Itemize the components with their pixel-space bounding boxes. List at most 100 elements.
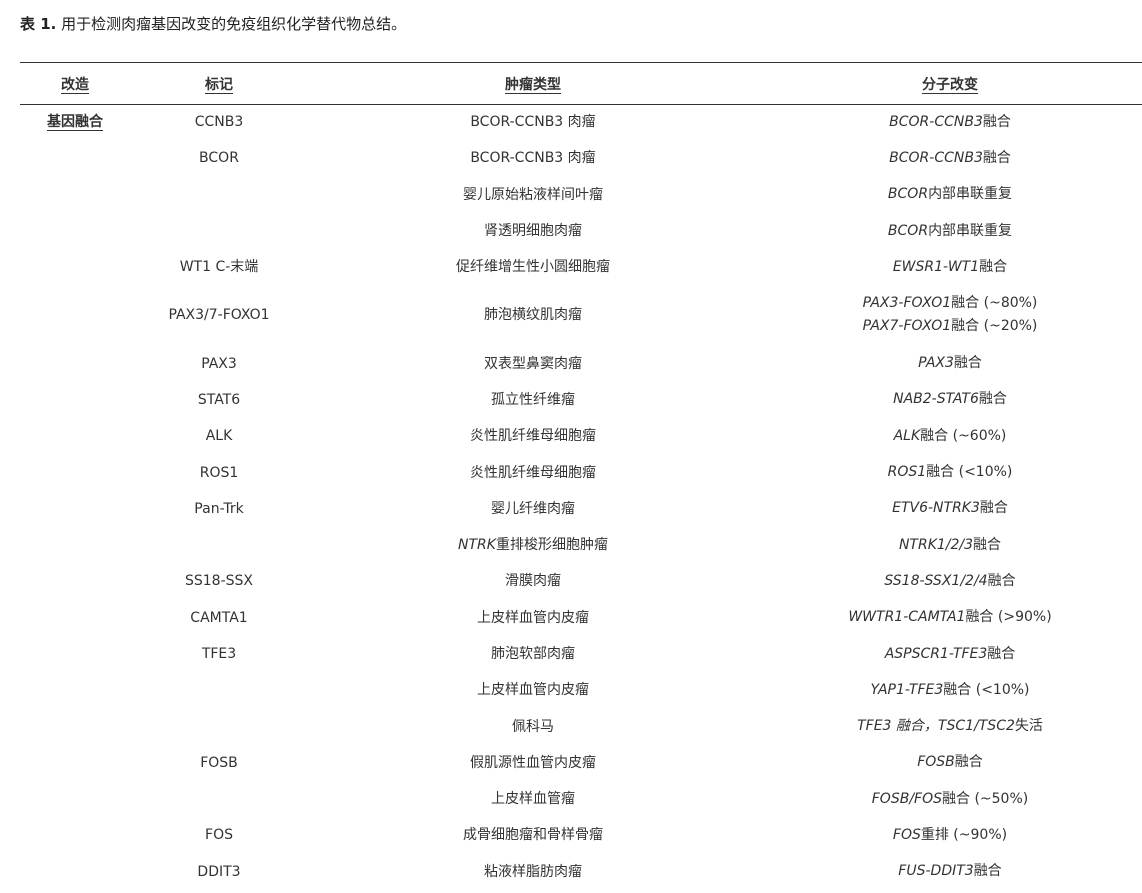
molecular-line: BCOR内部串联重复 (758, 220, 1142, 243)
cell-molecular-alteration: BCOR内部串联重复 (758, 213, 1142, 249)
molecular-text: FOSB (917, 754, 955, 771)
cell-marker: PAX3 (201, 355, 237, 372)
cell-alteration (20, 140, 130, 176)
alteration-link[interactable]: 基因融合 (47, 114, 103, 130)
molecular-line: ASPSCR1-TFE3融合 (758, 643, 1142, 666)
header-alteration[interactable]: 改造 (20, 63, 130, 104)
cell-tumor-type: 肾透明细胞肉瘤 (308, 213, 758, 249)
cell-tumor-type: 滑膜肉瘤 (308, 563, 758, 599)
cell-alteration (20, 708, 130, 744)
tumor-type-text: 上皮样血管瘤 (491, 791, 575, 808)
cell-molecular-alteration: YAP1-TFE3融合 (<10%) (758, 672, 1142, 708)
cell-molecular-alteration: BCOR内部串联重复 (758, 177, 1142, 213)
molecular-line: PAX3-FOXO1融合 (~80%) (758, 292, 1142, 315)
table-row: DDIT3 粘液样脂肪肉瘤 FUS-DDIT3融合 (20, 854, 1142, 890)
cell-marker: FOS (205, 827, 233, 844)
cell-alteration (20, 527, 130, 563)
cell-molecular-alteration: BCOR-CCNB3融合 (758, 104, 1142, 140)
header-molecular-alteration[interactable]: 分子改变 (758, 63, 1142, 104)
cell-tumor-type: 促纤维增生性小圆细胞瘤 (308, 249, 758, 285)
tumor-type-text: 粘液样脂肪肉瘤 (484, 863, 582, 880)
header-tumor-type-link[interactable]: 肿瘤类型 (505, 77, 561, 93)
header-marker[interactable]: 标记 (130, 63, 308, 104)
table-header: 改造 标记 肿瘤类型 分子改变 (20, 63, 1142, 104)
cell-molecular-alteration: NAB2-STAT6融合 (758, 382, 1142, 418)
cell-molecular-alteration: ALK融合 (~60%) (758, 418, 1142, 454)
table-row: CAMTA1 上皮样血管内皮瘤 WWTR1-CAMTA1融合 (>90%) (20, 600, 1142, 636)
cell-marker: CCNB3 (194, 114, 244, 131)
cell-alteration (20, 854, 130, 890)
molecular-line: FUS-DDIT3融合 (758, 860, 1142, 883)
cell-molecular-alteration: FOS重排 (~90%) (758, 817, 1142, 853)
cell-marker (130, 177, 308, 213)
table-row: ROS1 炎性肌纤维母细胞瘤 ROS1融合 (<10%) (20, 454, 1142, 490)
cell-alteration (20, 781, 130, 817)
table-row: NTRK重排梭形细胞肿瘤 NTRK1/2/3融合 (20, 527, 1142, 563)
table-row: 佩科马 TFE3 融合，TSC1/TSC2失活 (20, 708, 1142, 744)
molecular-text: 融合 (<10%) (943, 681, 1030, 698)
molecular-text: 融合 (973, 536, 1002, 553)
molecular-text: 失活 (1014, 718, 1043, 735)
cell-tumor-type: 炎性肌纤维母细胞瘤 (308, 454, 758, 490)
molecular-text: NAB2-STAT6 (893, 391, 979, 408)
cell-alteration (20, 636, 130, 672)
cell-tumor-type: 炎性肌纤维母细胞瘤 (308, 418, 758, 454)
cell-alteration (20, 177, 130, 213)
molecular-line: EWSR1-WT1融合 (758, 256, 1142, 279)
molecular-text: ASPSCR1-TFE3 (884, 645, 988, 662)
molecular-text: 内部串联重复 (928, 222, 1013, 239)
cell-molecular-alteration: FOSB融合 (758, 745, 1142, 781)
tumor-type-text: 孤立性纤维瘤 (491, 391, 575, 408)
molecular-text: BCOR (887, 222, 929, 239)
tumor-type-text: 滑膜肉瘤 (505, 573, 561, 590)
cell-alteration (20, 745, 130, 781)
molecular-text: 融合 (~80%) (951, 295, 1038, 312)
header-alteration-link[interactable]: 改造 (61, 77, 89, 93)
cell-marker: CAMTA1 (190, 609, 248, 626)
table-body: 基因融合 CCNB3 BCOR-CCNB3 肉瘤 BCOR-CCNB3融合 BCOR BC… (20, 104, 1142, 890)
molecular-text: 融合 (987, 645, 1016, 662)
table-caption-label: 表 1. (20, 15, 57, 33)
molecular-text: EWSR1-WT1 (892, 258, 980, 275)
tumor-type-text: 炎性肌纤维母细胞瘤 (470, 428, 596, 445)
cell-tumor-type: 上皮样血管瘤 (308, 781, 758, 817)
cell-marker: SS18-SSX (184, 573, 253, 590)
molecular-text: 融合 (973, 863, 1002, 880)
table-row: 上皮样血管内皮瘤 YAP1-TFE3融合 (<10%) (20, 672, 1142, 708)
molecular-text: 融合 (979, 500, 1008, 517)
table-row: STAT6 孤立性纤维瘤 NAB2-STAT6融合 (20, 382, 1142, 418)
molecular-line: ETV6-NTRK3融合 (758, 497, 1142, 520)
cell-marker: TFE3 (201, 646, 237, 662)
cell-marker: ROS1 (199, 464, 239, 481)
header-molecular-alteration-link[interactable]: 分子改变 (922, 77, 978, 93)
table-row: FOSB 假肌源性血管内皮瘤 FOSB融合 (20, 745, 1142, 781)
cell-tumor-type: BCOR-CCNB3 肉瘤 (308, 140, 758, 176)
table-row: 肾透明细胞肉瘤 BCOR内部串联重复 (20, 213, 1142, 249)
cell-tumor-type: 孤立性纤维瘤 (308, 382, 758, 418)
molecular-line: ALK融合 (~60%) (758, 425, 1142, 448)
cell-alteration: 基因融合 (20, 104, 130, 140)
molecular-text: 重排 (~90%) (920, 826, 1008, 843)
molecular-line: PAX7-FOXO1融合 (~20%) (758, 315, 1142, 338)
molecular-line: SS18-SSX1/2/4融合 (758, 570, 1142, 593)
molecular-line: BCOR-CCNB3融合 (758, 147, 1142, 170)
cell-molecular-alteration: ROS1融合 (<10%) (758, 454, 1142, 490)
table-row: SS18-SSX 滑膜肉瘤 SS18-SSX1/2/4融合 (20, 563, 1142, 599)
table-caption-text: 用于检测肉瘤基因改变的免疫组织化学替代物总结。 (56, 15, 407, 33)
cell-alteration (20, 345, 130, 381)
cell-alteration (20, 817, 130, 853)
cell-tumor-type: 粘液样脂肪肉瘤 (308, 854, 758, 890)
cell-alteration (20, 382, 130, 418)
molecular-text: BCOR-CCNB3 (889, 149, 983, 166)
molecular-text: FOSB/FOS (871, 790, 942, 807)
cell-tumor-type: BCOR-CCNB3 肉瘤 (308, 104, 758, 140)
table-row: FOS 成骨细胞瘤和骨样骨瘤 FOS重排 (~90%) (20, 817, 1142, 853)
molecular-line: NAB2-STAT6融合 (758, 388, 1142, 411)
header-marker-link[interactable]: 标记 (205, 77, 233, 93)
header-tumor-type[interactable]: 肿瘤类型 (308, 63, 758, 104)
header-row: 改造 标记 肿瘤类型 分子改变 (20, 63, 1142, 104)
cell-tumor-type: 肺泡软部肉瘤 (308, 636, 758, 672)
cell-alteration (20, 672, 130, 708)
molecular-text: PAX3 (918, 355, 954, 372)
cell-alteration (20, 418, 130, 454)
